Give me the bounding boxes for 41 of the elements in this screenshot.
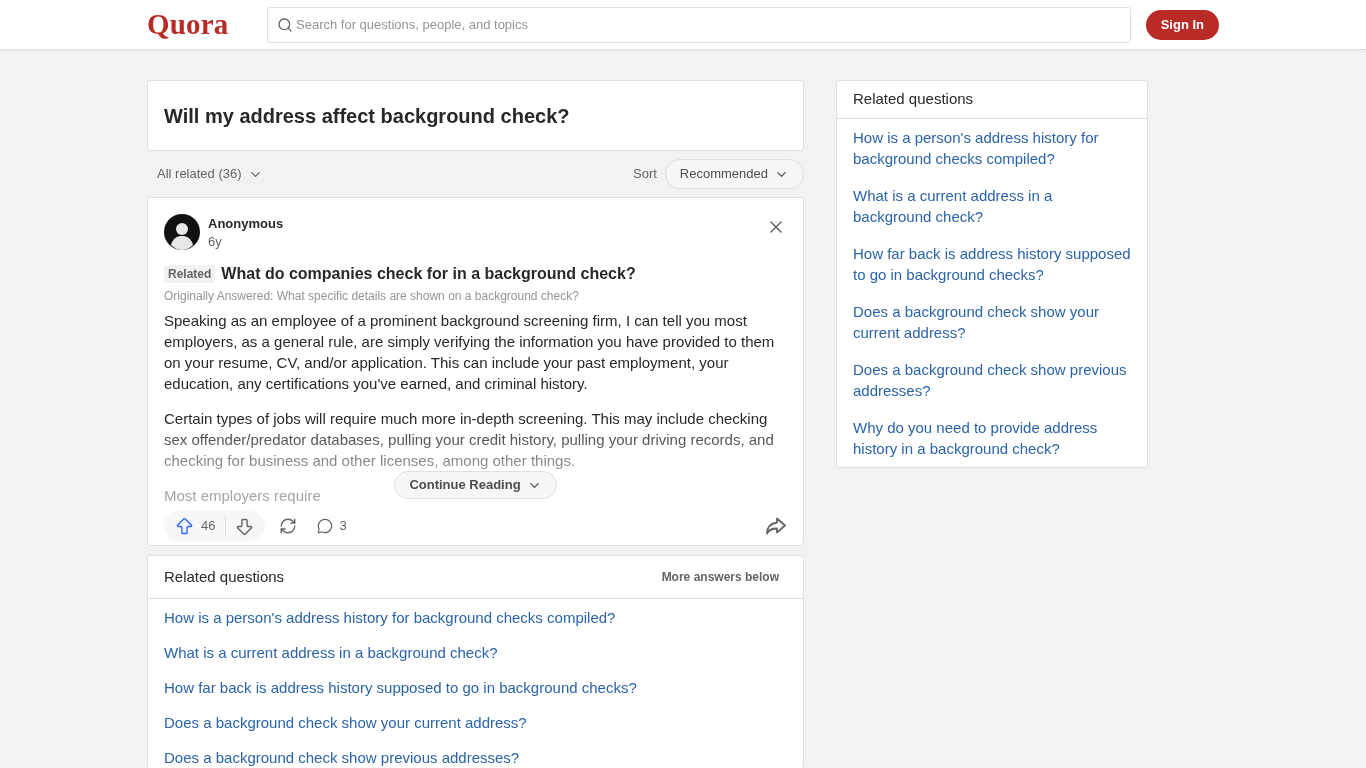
answer-age: 6y xyxy=(208,233,223,251)
repost-button[interactable] xyxy=(279,517,298,535)
answer-paragraph: Certain types of jobs will require much more in-depth screening. This may include checking sex offender/predator databases, pulling your credit history, pulling your driving records, and checking for business and other licenses, among other things. xyxy=(164,409,775,471)
related-tag: Related xyxy=(164,265,216,283)
sidebar-question-link[interactable]: How far back is address history supposed to go in background checks? xyxy=(853,243,1131,285)
comment-icon xyxy=(317,518,334,534)
sort-label: Sort xyxy=(633,165,657,184)
sidebar-question-link[interactable]: Does a background check show your current address? xyxy=(853,301,1131,343)
avatar-icon xyxy=(164,214,200,250)
logo[interactable]: Quora xyxy=(147,10,267,39)
answer-paragraph: Speaking as an employee of a prominent background screening firm, I can tell you most employers, as a general rule, are simply verifying the information you have provided to them on your resume, CV, and/or application. This can include your past employment, your education, any certifications you've earned, and criminal history. xyxy=(164,311,776,394)
sort-dropdown[interactable]: Recommended xyxy=(664,159,804,189)
related-question-link[interactable]: How is a person's address history for background checks compiled? xyxy=(164,607,616,628)
sidebar-title: Related questions xyxy=(853,89,974,110)
question-title: Will my address affect background check? xyxy=(164,103,570,129)
sidebar-question-link[interactable]: How is a person's address history for background checks compiled? xyxy=(853,127,1131,169)
search-icon xyxy=(277,16,293,33)
related-question-link[interactable]: Does a background check show your current address? xyxy=(164,712,527,733)
related-question-link[interactable]: What is a current address in a background check? xyxy=(164,642,498,663)
sidebar-question-link[interactable]: Why do you need to provide address history in a background check? xyxy=(853,417,1131,459)
continue-reading-button[interactable]: Continue Reading xyxy=(394,471,557,499)
sidebar-question-link[interactable]: Does a background check show previous addresses? xyxy=(853,359,1131,401)
related-question-link[interactable]: How far back is address history supposed to go in background checks? xyxy=(164,677,637,698)
section-title: Related questions xyxy=(164,566,285,587)
upvote-count: 46 xyxy=(201,517,216,536)
related-question-link[interactable]: Does a background check show previous addresses? xyxy=(164,747,520,768)
share-icon xyxy=(766,516,786,536)
faded-answer-text: Most employers require xyxy=(164,486,321,506)
upvote-button[interactable]: 46 xyxy=(174,515,226,537)
repost-icon xyxy=(279,517,298,535)
search-field[interactable]: Search for questions, people, and topics xyxy=(267,6,1131,43)
sign-in-button[interactable]: Sign In xyxy=(1145,9,1219,40)
sidebar-question-link[interactable]: What is a current address in a background check? xyxy=(853,185,1131,227)
originally-answered: Originally Answered: What specific details are shown on a background check? xyxy=(164,288,580,304)
related-question-title[interactable]: What do companies check for in a background check? xyxy=(221,263,636,285)
comment-count: 3 xyxy=(339,517,347,536)
author-name[interactable]: Anonymous xyxy=(208,215,284,233)
more-answers-note: More answers below xyxy=(661,569,780,586)
filter-dropdown[interactable]: All related (36) xyxy=(147,164,263,184)
upvote-icon xyxy=(174,515,195,537)
comment-button[interactable]: 3 xyxy=(317,516,347,536)
